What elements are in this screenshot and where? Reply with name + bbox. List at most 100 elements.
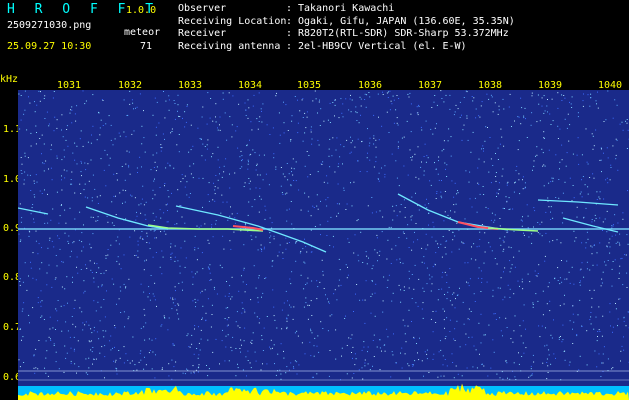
- noise-dot: [342, 163, 343, 165]
- noise-dot: [272, 127, 274, 129]
- noise-dot: [154, 237, 156, 239]
- noise-dot: [221, 176, 223, 178]
- noise-dot: [306, 282, 308, 284]
- noise-dot: [206, 123, 208, 125]
- noise-dot: [160, 147, 162, 148]
- noise-dot: [167, 162, 169, 164]
- noise-dot: [335, 149, 337, 151]
- noise-dot: [334, 115, 335, 117]
- noise-dot: [552, 217, 554, 219]
- noise-dot: [289, 369, 290, 371]
- noise-dot: [99, 320, 101, 322]
- noise-dot: [609, 246, 611, 248]
- noise-dot: [239, 348, 241, 349]
- noise-dot: [444, 338, 446, 340]
- noise-dot: [411, 321, 412, 322]
- noise-dot: [129, 362, 131, 364]
- noise-dot: [603, 346, 605, 348]
- noise-dot: [143, 326, 145, 328]
- noise-dot: [82, 322, 84, 324]
- noise-dot: [241, 302, 243, 304]
- noise-dot: [563, 95, 565, 96]
- noise-dot: [493, 221, 495, 223]
- noise-dot: [140, 359, 142, 361]
- noise-dot: [325, 294, 326, 296]
- noise-dot: [295, 242, 297, 244]
- noise-dot: [148, 338, 150, 340]
- noise-dot: [152, 154, 154, 156]
- noise-dot: [463, 243, 465, 244]
- noise-dot: [577, 112, 579, 114]
- noise-dot: [453, 292, 455, 294]
- noise-dot: [524, 187, 526, 189]
- noise-dot: [69, 256, 71, 258]
- noise-dot: [382, 311, 384, 313]
- noise-dot: [207, 139, 209, 141]
- noise-dot: [447, 214, 449, 216]
- noise-dot: [246, 375, 247, 377]
- noise-dot: [316, 373, 318, 375]
- noise-dot: [319, 281, 321, 283]
- noise-dot: [415, 176, 417, 178]
- noise-dot: [438, 351, 440, 353]
- noise-dot: [52, 327, 54, 329]
- noise-dot: [167, 329, 169, 331]
- noise-dot: [72, 276, 73, 278]
- noise-dot: [35, 240, 37, 242]
- noise-dot: [261, 335, 263, 337]
- noise-dot: [558, 336, 560, 338]
- noise-dot: [273, 344, 275, 346]
- noise-dot: [74, 113, 76, 115]
- noise-dot: [557, 280, 559, 281]
- noise-dot: [600, 285, 602, 287]
- noise-dot: [578, 369, 580, 371]
- noise-dot: [566, 260, 568, 262]
- noise-dot: [371, 280, 373, 281]
- noise-dot: [137, 240, 139, 242]
- noise-dot: [168, 375, 170, 377]
- noise-dot: [379, 369, 381, 371]
- noise-dot: [389, 109, 391, 111]
- noise-dot: [562, 222, 564, 224]
- noise-dot: [357, 219, 359, 221]
- noise-dot: [452, 239, 454, 241]
- noise-dot: [345, 98, 347, 100]
- noise-dot: [557, 92, 559, 94]
- noise-dot: [539, 336, 541, 338]
- noise-dot: [57, 320, 59, 322]
- noise-dot: [346, 345, 348, 346]
- noise-dot: [492, 111, 494, 113]
- noise-dot: [591, 133, 593, 135]
- noise-dot: [139, 156, 141, 158]
- noise-dot: [447, 140, 449, 142]
- noise-dot: [591, 253, 593, 255]
- noise-dot: [530, 368, 532, 370]
- noise-dot: [159, 187, 161, 188]
- noise-dot: [316, 280, 318, 282]
- noise-dot: [446, 365, 448, 367]
- noise-dot: [74, 142, 76, 144]
- noise-dot: [575, 237, 577, 239]
- noise-dot: [179, 116, 181, 117]
- noise-dot: [196, 271, 198, 273]
- noise-dot: [90, 142, 92, 144]
- noise-dot: [176, 144, 178, 146]
- noise-dot: [205, 319, 207, 321]
- noise-dot: [288, 242, 290, 243]
- noise-dot: [581, 262, 583, 264]
- noise-dot: [74, 192, 76, 194]
- noise-dot: [311, 376, 313, 378]
- noise-dot: [113, 173, 115, 175]
- noise-dot: [510, 247, 512, 249]
- noise-dot: [263, 246, 265, 248]
- noise-dot: [93, 326, 95, 328]
- noise-dot: [519, 325, 521, 327]
- noise-dot: [124, 179, 126, 181]
- noise-dot: [543, 131, 545, 133]
- noise-dot: [423, 170, 425, 172]
- noise-dot: [471, 246, 472, 248]
- noise-dot: [466, 117, 468, 119]
- noise-dot: [144, 214, 146, 216]
- noise-dot: [297, 122, 299, 124]
- noise-dot: [453, 114, 455, 116]
